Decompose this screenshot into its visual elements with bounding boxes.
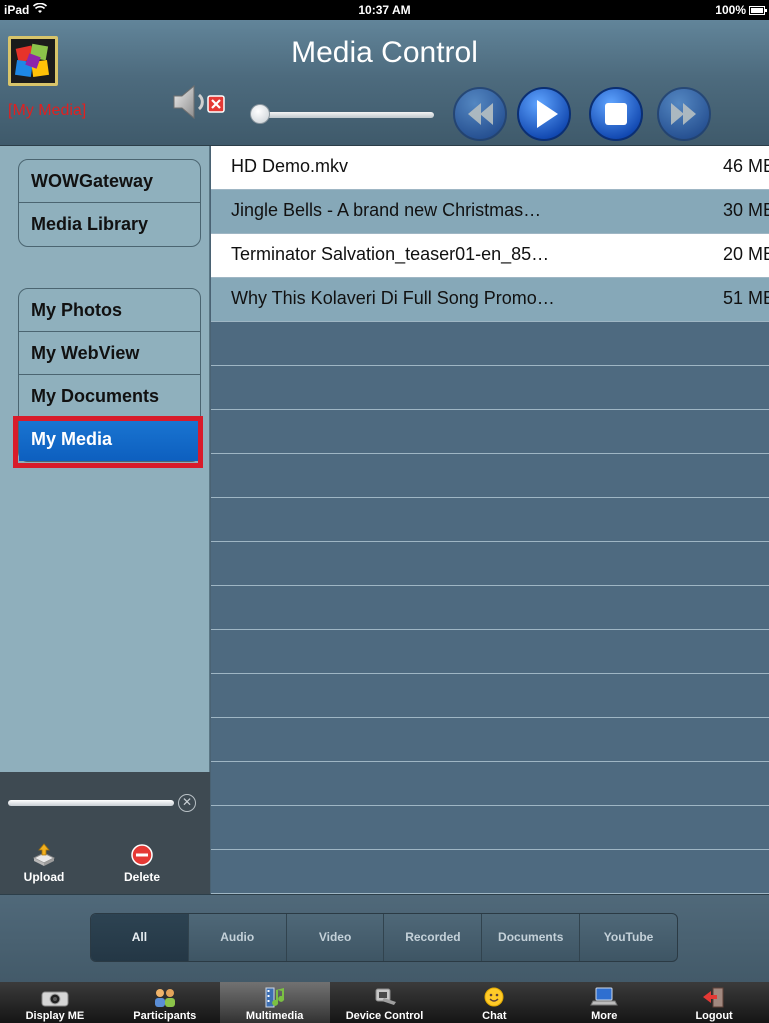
empty-row (211, 454, 769, 498)
clock: 10:37 AM (358, 3, 411, 17)
upload-button[interactable]: Upload (14, 840, 74, 884)
media-name: HD Demo.mkv (231, 156, 349, 176)
empty-row (211, 586, 769, 630)
breadcrumb: [My Media] (8, 102, 87, 119)
delete-label: Delete (123, 870, 161, 884)
tab-device-control[interactable]: Device Control (330, 982, 440, 1023)
media-size: 30 MB (723, 200, 769, 220)
upload-label: Upload (23, 870, 65, 884)
header: Media Control [My Media] (0, 20, 769, 146)
mute-toggle[interactable] (170, 82, 230, 122)
media-row[interactable]: HD Demo.mkv 46 MB (211, 146, 769, 190)
tab-label: Chat (482, 1010, 507, 1022)
rewind-button[interactable] (452, 86, 508, 142)
sidebar-toolbar: ✕ Upload Delete (0, 772, 210, 894)
empty-row (211, 674, 769, 718)
empty-row (211, 410, 769, 454)
chat-icon (439, 982, 549, 1008)
empty-row (211, 762, 769, 806)
participants-icon (110, 982, 220, 1008)
laptop-icon (549, 982, 659, 1008)
tab-label: Participants (133, 1010, 197, 1022)
empty-row (211, 850, 769, 894)
empty-row (211, 630, 769, 674)
battery-icon (749, 5, 767, 15)
media-size: 46 MB (723, 156, 769, 176)
sidebar-item-wowgateway[interactable]: WOWGateway (19, 160, 200, 203)
media-size: 20 MB (723, 244, 769, 264)
delete-button[interactable]: Delete (112, 840, 172, 884)
filter-recorded[interactable]: Recorded (384, 914, 483, 961)
upload-progress-bar (8, 800, 174, 806)
media-size: 51 MB (723, 288, 769, 308)
media-name: Jingle Bells - A brand new Christmas… (231, 200, 542, 220)
filter-all[interactable]: All (91, 914, 189, 961)
empty-row (211, 806, 769, 850)
tab-label: Logout (695, 1010, 733, 1022)
tab-more[interactable]: More (549, 982, 659, 1023)
device-control-icon (330, 982, 440, 1008)
tab-label: Display ME (25, 1010, 85, 1022)
rewind-icon (453, 87, 507, 141)
delete-icon (112, 840, 172, 866)
empty-row (211, 718, 769, 762)
sidebar-item-my-photos[interactable]: My Photos (19, 289, 200, 332)
tab-chat[interactable]: Chat (439, 982, 549, 1023)
camera-icon (0, 982, 110, 1008)
battery-percent: 100% (715, 3, 746, 17)
sidebar: WOWGateway Media Library My Photos My We… (0, 146, 210, 894)
tab-logout[interactable]: Logout (659, 982, 769, 1023)
clear-progress-button[interactable]: ✕ (178, 794, 196, 812)
selection-highlight (13, 416, 203, 468)
filter-documents[interactable]: Documents (482, 914, 581, 961)
stop-button[interactable] (588, 86, 644, 142)
play-icon (517, 87, 571, 141)
stop-icon (589, 87, 643, 141)
filter-youtube[interactable]: YouTube (580, 914, 677, 961)
empty-row (211, 542, 769, 586)
filter-bar: All Audio Video Recorded Documents YouTu… (0, 894, 769, 982)
status-bar: iPad 10:37 AM 100% (0, 0, 769, 20)
media-list: HD Demo.mkv 46 MB Jingle Bells - A brand… (211, 146, 769, 894)
empty-row (211, 322, 769, 366)
sidebar-item-my-webview[interactable]: My WebView (19, 332, 200, 375)
media-filter: All Audio Video Recorded Documents YouTu… (90, 913, 678, 962)
empty-row (211, 366, 769, 410)
sidebar-item-media-library[interactable]: Media Library (19, 203, 200, 246)
volume-slider-thumb[interactable] (250, 104, 270, 124)
media-row[interactable]: Why This Kolaveri Di Full Song Promo… 51… (211, 278, 769, 322)
tab-label: Device Control (345, 1010, 424, 1022)
tab-participants[interactable]: Participants (110, 982, 220, 1023)
multimedia-icon (220, 982, 330, 1008)
tab-display-me[interactable]: Display ME (0, 982, 110, 1023)
tab-label: More (591, 1010, 618, 1022)
sidebar-group-sources: WOWGateway Media Library (18, 159, 201, 247)
logout-icon (659, 982, 769, 1008)
upload-icon (14, 840, 74, 866)
page-title: Media Control (291, 36, 478, 69)
tab-bar: Display ME Participants Multimedia Devic… (0, 982, 769, 1023)
filter-audio[interactable]: Audio (189, 914, 287, 961)
play-button[interactable] (516, 86, 572, 142)
media-row[interactable]: Terminator Salvation_teaser01-en_85… 20 … (211, 234, 769, 278)
fast-forward-icon (657, 87, 711, 141)
tab-label: Multimedia (245, 1010, 304, 1022)
empty-row (211, 498, 769, 542)
sidebar-item-my-documents[interactable]: My Documents (19, 375, 200, 418)
media-name: Why This Kolaveri Di Full Song Promo… (231, 288, 555, 308)
filter-video[interactable]: Video (287, 914, 385, 961)
tab-multimedia[interactable]: Multimedia (219, 982, 330, 1023)
media-row[interactable]: Jingle Bells - A brand new Christmas… 30… (211, 190, 769, 234)
speaker-icon (173, 84, 225, 120)
volume-slider[interactable] (254, 112, 434, 118)
media-name: Terminator Salvation_teaser01-en_85… (231, 244, 550, 264)
fast-forward-button[interactable] (656, 86, 712, 142)
